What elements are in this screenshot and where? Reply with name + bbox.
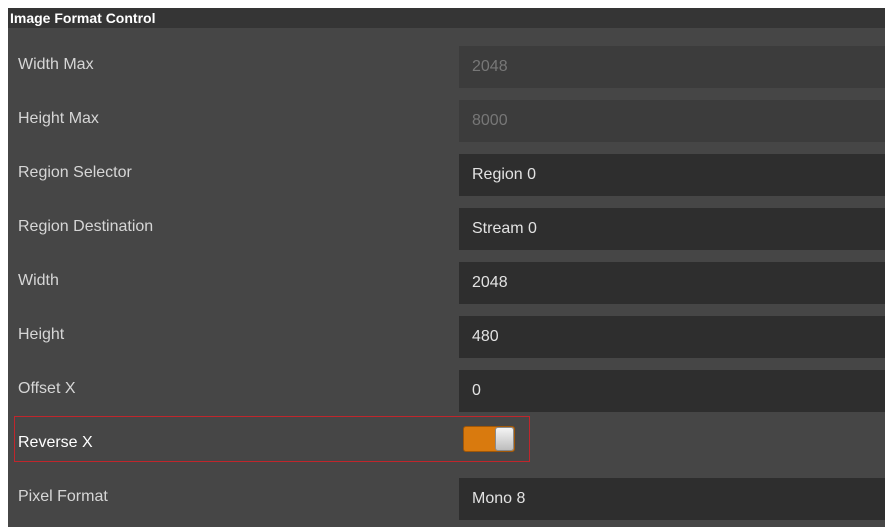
height-max-value-field: 8000: [459, 100, 885, 142]
width-max-label: Width Max: [18, 56, 94, 73]
height-input[interactable]: 480: [459, 316, 885, 358]
row-region-destination: Region Destination Stream 0: [8, 200, 885, 254]
width-label: Width: [18, 272, 59, 289]
height-max-label: Height Max: [18, 110, 99, 127]
width-input[interactable]: 2048: [459, 262, 885, 304]
offset-x-input[interactable]: 0: [459, 370, 885, 412]
row-width-max: Width Max 2048: [8, 38, 885, 92]
height-label: Height: [18, 326, 65, 343]
row-height: Height 480: [8, 308, 885, 362]
region-destination-label: Region Destination: [18, 218, 154, 235]
row-pixel-format: Pixel Format Mono 8: [8, 470, 885, 524]
region-selector-label: Region Selector: [18, 164, 132, 181]
image-format-control-panel: Image Format Control Width Max 2048 Heig…: [8, 8, 885, 527]
row-reverse-x: Reverse X: [8, 416, 885, 470]
reverse-x-label: Reverse X: [18, 434, 93, 451]
offset-x-label: Offset X: [18, 380, 76, 397]
row-width: Width 2048: [8, 254, 885, 308]
pixel-format-label: Pixel Format: [18, 488, 108, 505]
width-max-value-field: 2048: [459, 46, 885, 88]
row-height-max: Height Max 8000: [8, 92, 885, 146]
pixel-format-dropdown[interactable]: Mono 8: [459, 478, 885, 520]
row-region-selector: Region Selector Region 0: [8, 146, 885, 200]
toggle-knob[interactable]: [495, 427, 514, 451]
section-header-image-format-control[interactable]: Image Format Control: [8, 8, 885, 28]
region-selector-dropdown[interactable]: Region 0: [459, 154, 885, 196]
row-offset-x: Offset X 0: [8, 362, 885, 416]
reverse-x-toggle[interactable]: [463, 426, 515, 452]
region-destination-dropdown[interactable]: Stream 0: [459, 208, 885, 250]
